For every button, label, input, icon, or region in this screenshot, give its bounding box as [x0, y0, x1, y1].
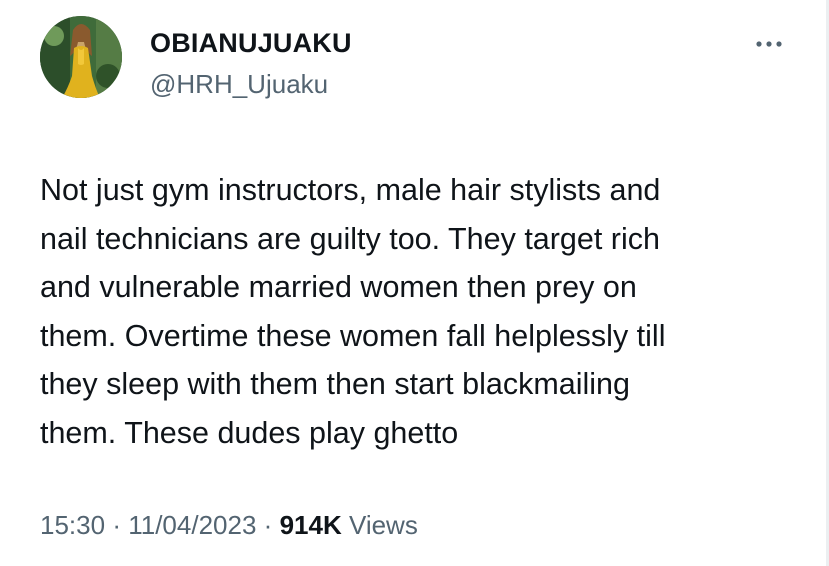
meta-separator: ·: [263, 510, 273, 540]
tweet-text-line: Not just gym instructors, male hair styl…: [40, 173, 661, 207]
tweet-text-line: nail technicians are guilty too. They ta…: [40, 221, 660, 256]
tweet-text-line: them. Overtime these women fall helpless…: [40, 318, 666, 353]
tweet-text-line: they sleep with them then start blackmai…: [40, 367, 630, 401]
tweet-text-line: and vulnerable married women then prey o…: [40, 270, 637, 304]
tweet-text: Not just gym instructors, male hair styl…: [40, 166, 800, 457]
avatar[interactable]: [40, 16, 122, 98]
display-name[interactable]: OBIANUJUAKU: [150, 26, 352, 60]
tweet-meta: 15:30 · 11/04/2023 · 914K Views: [40, 508, 418, 542]
tweet: OBIANUJUAKU @HRH_Ujuaku Not just gym ins…: [0, 0, 829, 566]
views-count[interactable]: 914K: [280, 510, 342, 540]
tweet-time[interactable]: 15:30: [40, 510, 105, 540]
more-horizontal-icon[interactable]: [752, 34, 786, 54]
tweet-text-line: them. These dudes play ghetto: [40, 415, 459, 450]
views-label: Views: [348, 510, 418, 540]
user-handle[interactable]: @HRH_Ujuaku: [150, 68, 328, 100]
meta-separator: ·: [112, 510, 121, 540]
tweet-date[interactable]: 11/04/2023: [128, 510, 256, 540]
profile-photo-icon: [40, 16, 122, 98]
